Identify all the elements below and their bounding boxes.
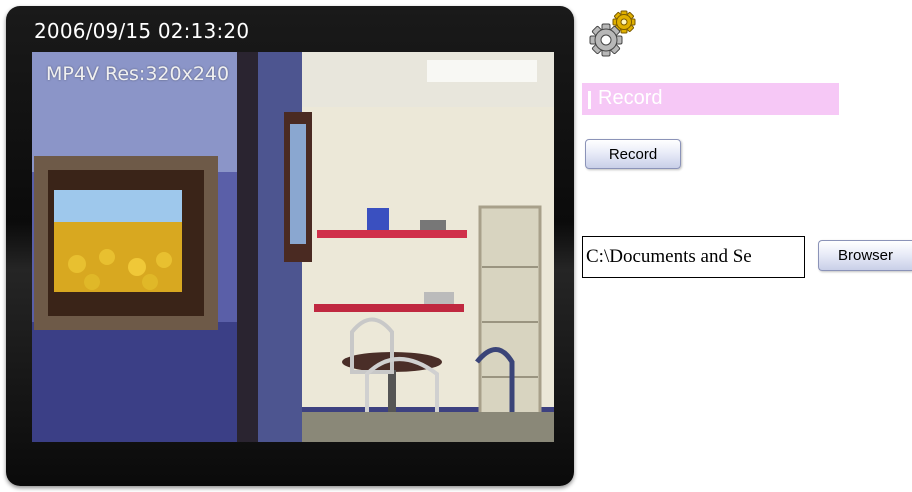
camera-scene bbox=[32, 52, 554, 442]
codec-resolution-label: MP4V Res:320x240 bbox=[46, 63, 230, 85]
record-button[interactable]: Record bbox=[585, 139, 681, 169]
record-section-header: Record bbox=[582, 83, 839, 115]
gear-icon bbox=[586, 8, 638, 60]
save-path-input[interactable] bbox=[582, 236, 805, 278]
browse-button[interactable]: Browser bbox=[818, 240, 912, 271]
section-title: Record bbox=[598, 87, 663, 109]
video-timestamp: 2006/09/15 02:13:20 bbox=[34, 19, 250, 43]
section-marker bbox=[588, 91, 591, 109]
video-viewer: 2006/09/15 02:13:20 MP4V Res:320x240 bbox=[6, 6, 574, 486]
camera-video-feed: MP4V Res:320x240 bbox=[32, 52, 554, 442]
